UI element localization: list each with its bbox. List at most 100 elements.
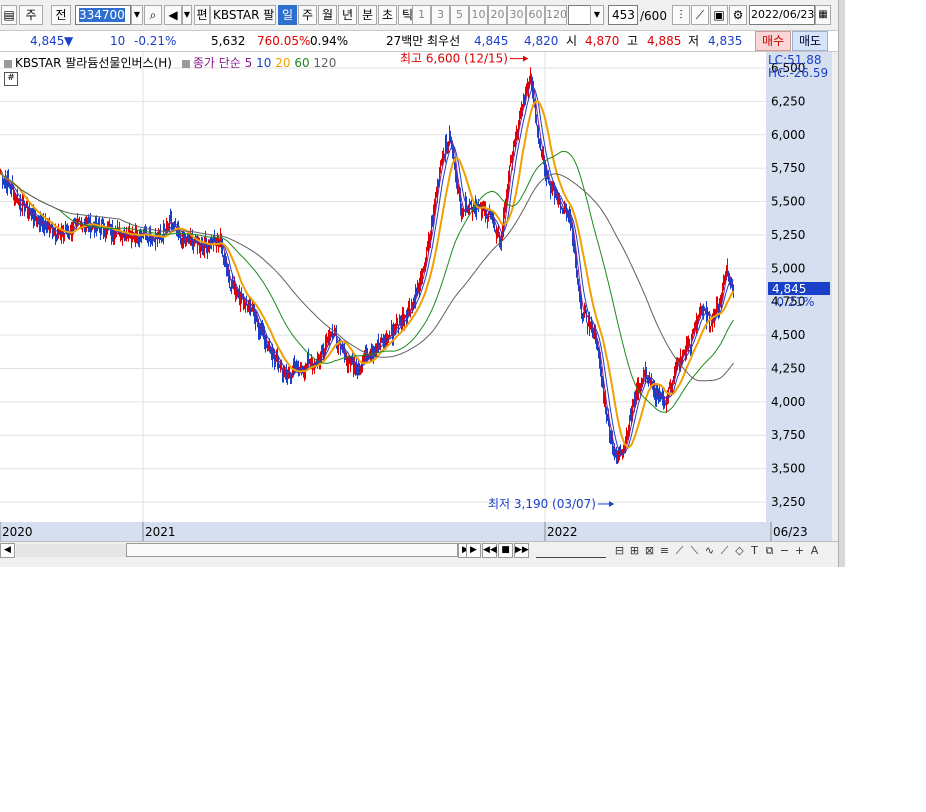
x-tick-label: 06/23 [773, 525, 808, 539]
candle-type-icon[interactable]: ⫶ [672, 5, 690, 25]
quote-bar: 4,845 ▼ 10 -0.21% 5,632 760.05% 0.94% 27… [0, 31, 845, 52]
code-value: 334700 [79, 8, 125, 22]
y-tick-label: 4,000 [771, 395, 805, 409]
save-icon[interactable]: ▣ [710, 5, 728, 25]
minus-icon[interactable]: − [777, 543, 792, 558]
interval-button-20[interactable]: 20 [488, 5, 507, 25]
turnover: 0.94% [310, 34, 349, 48]
high-label: 고 [627, 34, 639, 48]
interval-button-10[interactable]: 10 [469, 5, 488, 25]
buy-button[interactable]: 매수 [755, 31, 791, 51]
legend-box-icon [4, 59, 12, 68]
edit-button[interactable]: 편 [194, 5, 210, 25]
scroll-thumb[interactable] [126, 543, 458, 557]
ma-prefix: 종가 단순 [192, 56, 241, 70]
price-chart[interactable]: 6,500 6,250 6,000 5,750 5,500 5,250 5,000 4,750… [0, 52, 845, 542]
play-icon[interactable]: ▶ [466, 543, 481, 558]
interval-button-1[interactable]: 1 [412, 5, 431, 25]
max-annotation: 최고 6,600 (12/15) [400, 52, 508, 66]
change-value: 10 [110, 34, 126, 48]
low-value: 4,835 [708, 34, 743, 48]
legend-ma60: 60 [294, 56, 310, 70]
zoom-slider[interactable] [536, 544, 606, 558]
plus-icon[interactable]: + [792, 543, 807, 558]
tab-period-3[interactable]: 년 [338, 5, 357, 25]
interval-button-5[interactable]: 5 [450, 5, 469, 25]
count-input[interactable]: 453 [608, 5, 638, 25]
x-tick-label: 2021 [145, 525, 176, 539]
search-icon[interactable]: ⌕ [144, 5, 162, 25]
y-tick-label: 5,000 [771, 261, 805, 275]
best-buy: 4,820 [524, 34, 559, 48]
stock-name-field[interactable]: KBSTAR 팔다 [210, 5, 276, 25]
tab-period-0[interactable]: 일 [278, 5, 297, 25]
text-tool-icon[interactable]: T [747, 543, 762, 558]
scroll-track[interactable] [16, 544, 126, 557]
grid-toggle-icon[interactable]: # [4, 72, 18, 86]
text-a-icon[interactable]: A [807, 543, 822, 558]
line-chart-icon[interactable]: ⟋ [691, 5, 709, 25]
chart-bottom-bar: ◀ ▶ ▶ ◀◀ ■ ▶▶ ⊟⊞⊠≡⟋⟍∿⟋◇T⧉−+A [0, 541, 845, 560]
current-price: 4,845 [30, 34, 65, 48]
legend-box-icon [181, 59, 190, 68]
channel-icon[interactable]: ⟍ [687, 543, 702, 558]
y-tick-label: 5,500 [771, 195, 805, 209]
y-tick-label: 3,250 [771, 495, 805, 509]
date-input[interactable]: 2022/06/23 [749, 5, 815, 25]
volume: 5,632 [211, 34, 246, 48]
sell-button[interactable]: 매도 [792, 31, 828, 51]
line-tool-icon[interactable]: ⟋ [717, 543, 732, 558]
y-tick-label: 3,750 [771, 428, 805, 442]
speaker-chevron-icon[interactable]: ▼ [182, 5, 192, 25]
rewind-icon[interactable]: ◀◀ [482, 543, 497, 558]
shape-icon[interactable]: ◇ [732, 543, 747, 558]
open-label: 시 [566, 34, 578, 48]
y-tick-label: 5,250 [771, 228, 805, 242]
trend-icon[interactable]: ⟋ [672, 543, 687, 558]
min-annotation: 최저 3,190 (03/07) [488, 497, 596, 511]
legend-ma5: 5 [244, 56, 253, 70]
speaker-icon[interactable]: ◀ [164, 5, 182, 25]
count-total: /600 [640, 9, 667, 23]
tab-period-2[interactable]: 월 [318, 5, 337, 25]
calendar-icon[interactable]: ▦ [815, 5, 831, 25]
menu-icon[interactable]: ▤ [1, 5, 17, 25]
chart-legend: KBSTAR 팔라듐선물인버스(H) 종가 단순 5 10 20 60 120 [4, 54, 336, 71]
legend-ma20: 20 [275, 56, 291, 70]
chevron-down-icon[interactable]: ▼ [131, 5, 143, 25]
prev-button[interactable]: 전 [51, 5, 71, 25]
interval-button-30[interactable]: 30 [507, 5, 526, 25]
wave-icon[interactable]: ∿ [702, 543, 717, 558]
down-arrow-icon: ▼ [64, 34, 74, 48]
y-tick-label: 4,500 [771, 328, 805, 342]
copy-icon[interactable]: ⧉ [762, 543, 777, 558]
tab-period-4[interactable]: 분 [358, 5, 377, 25]
scroll-left-icon[interactable]: ◀ [0, 543, 15, 558]
tab-period-1[interactable]: 주 [298, 5, 317, 25]
tab-period-5[interactable]: 초 [378, 5, 397, 25]
current-price-label: 4,845 [772, 282, 806, 296]
interval-button-3[interactable]: 3 [431, 5, 450, 25]
right-scrollbar[interactable] [838, 0, 845, 567]
fast-forward-icon[interactable]: ▶▶ [514, 543, 529, 558]
hc-label: HC:-26.59 [768, 66, 828, 80]
stop-icon[interactable]: ■ [498, 543, 513, 558]
y-tick-label: 6,000 [771, 128, 805, 142]
best-quote-label: 최우선 [427, 34, 461, 48]
chart-svg[interactable]: 6,5006,2506,0005,7505,5005,2505,0004,750… [0, 52, 845, 542]
volume-ratio: 760.05% [257, 34, 311, 48]
legend-ma10: 10 [256, 56, 272, 70]
code-input[interactable]: 334700 [75, 5, 131, 25]
plot-area[interactable] [0, 52, 766, 522]
interval-button-120[interactable]: 120 [545, 5, 567, 25]
zoom-box-icon[interactable]: ⊞ [627, 543, 642, 558]
market-type-select[interactable]: 주 [19, 5, 43, 25]
best-sell: 4,845 [474, 34, 509, 48]
interval-button-60[interactable]: 60 [526, 5, 545, 25]
zoom-reset-icon[interactable]: ⊟ [612, 543, 627, 558]
interval-chevron-icon[interactable]: ▼ [590, 5, 604, 25]
zoom-range-icon[interactable]: ⊠ [642, 543, 657, 558]
x-axis-panel [0, 522, 832, 542]
fib-icon[interactable]: ≡ [657, 543, 672, 558]
gear-icon[interactable]: ⚙ [729, 5, 747, 25]
